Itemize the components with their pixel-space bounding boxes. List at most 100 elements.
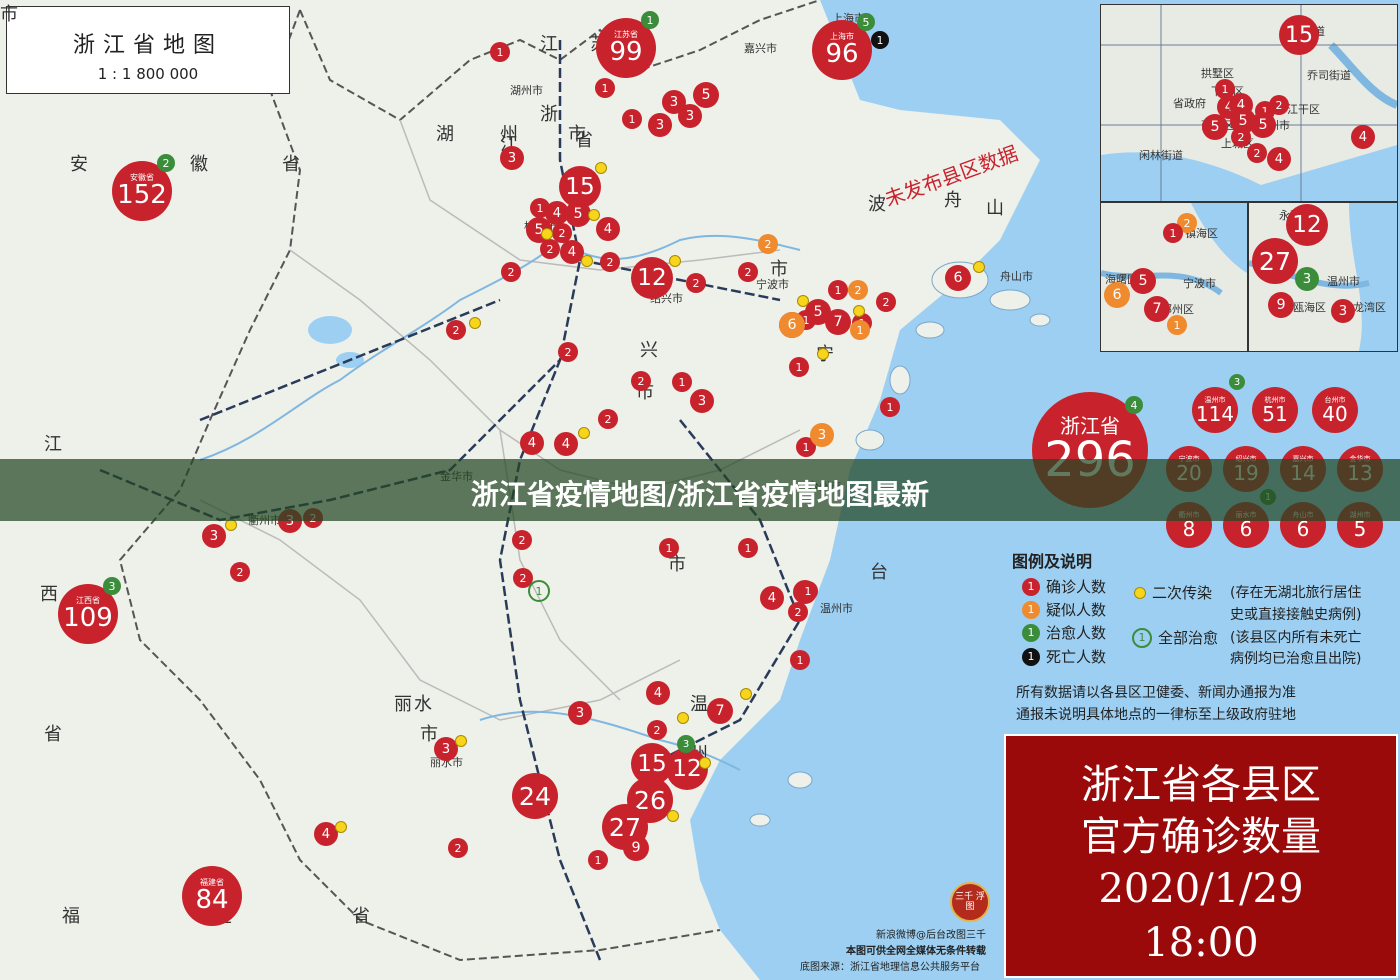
city-total-count: 51	[1262, 401, 1288, 426]
city-total-count: 6	[1239, 516, 1253, 541]
inset-case-bubble: 2	[1269, 95, 1289, 115]
inset-label: 瓯海区	[1293, 301, 1326, 314]
case-bubble: 4	[596, 217, 620, 241]
place-label: 市	[568, 124, 590, 145]
date-box-line1: 浙江省各县区	[1081, 762, 1321, 808]
neighbor-death-bubble: 1	[871, 31, 889, 49]
legend-recovered: 1 治愈人数	[1022, 622, 1106, 643]
neighbor-recovered-bubble: 3	[103, 577, 121, 595]
secondary-infection-icon	[1134, 586, 1146, 599]
case-bubble: 3	[568, 701, 592, 725]
place-label: 波	[868, 194, 890, 215]
legend-all-recovered-note1: (该县区内所有未死亡	[1230, 630, 1362, 646]
inset-label: 省政府	[1173, 97, 1206, 110]
legend: 图例及说明 1 确诊人数 1 疑似人数 1 治愈人数 1 死亡人数 二次传染 (…	[1008, 548, 1398, 728]
case-bubble: 4	[545, 201, 569, 225]
credit-line3: 底图来源：浙江省地理信息公共服务平台	[800, 962, 980, 973]
map-title-box: 浙江省地图 1 : 1 800 000	[6, 6, 290, 94]
credit-line1: 新浪微博@后台改图三千	[876, 930, 986, 941]
place-label: 台	[870, 562, 892, 583]
case-bubble: 2	[230, 562, 250, 582]
secondary-infection-marker	[669, 255, 681, 267]
inset-case-bubble: 5	[1202, 114, 1228, 140]
inset-label: 龙湾区	[1353, 301, 1386, 314]
case-bubble: 1	[798, 581, 818, 601]
secondary-infection-marker	[797, 295, 809, 307]
case-bubble: 9	[623, 835, 649, 861]
author-seal: 三千 浮图	[950, 882, 990, 922]
neighbor-count: 109	[63, 603, 113, 633]
legend-secondary: 二次传染	[1134, 582, 1212, 603]
page-banner: 浙江省疫情地图/浙江省疫情地图最新	[0, 459, 1400, 521]
case-bubble: 2	[501, 262, 521, 282]
case-bubble: 1	[789, 357, 809, 377]
inset-label: 乔司街道	[1307, 69, 1351, 82]
place-label: 福	[62, 906, 84, 927]
case-bubble: 2	[876, 292, 896, 312]
confirmed-icon: 1	[1022, 577, 1040, 596]
legend-secondary-note2: 史或直接接触史病例)	[1230, 607, 1362, 623]
secondary-infection-marker	[588, 209, 600, 221]
inset-case-bubble: 2	[1231, 127, 1251, 147]
case-bubble: 2	[647, 720, 667, 740]
case-bubble: 3	[678, 104, 702, 128]
case-bubble: 1	[672, 372, 692, 392]
case-bubble: 2	[558, 342, 578, 362]
case-bubble: 2	[686, 273, 706, 293]
case-bubble: 2	[631, 371, 651, 391]
inset-wenzhou: 永嘉县温州市瓯海区龙湾区1227393	[1248, 202, 1398, 352]
case-bubble: 5	[693, 82, 719, 108]
inset-case-bubble: 5	[1130, 268, 1156, 294]
recovered-icon: 1	[1022, 623, 1040, 642]
place-label: 浙	[540, 104, 562, 125]
case-bubble: 2	[738, 262, 758, 282]
inset-hangzhou: 拱墅区下城区西湖区江干区上城区杭州市省政府闲林街道乔司街道南苑街道1514415…	[1100, 4, 1398, 202]
inset-case-bubble: 5	[1250, 112, 1276, 138]
place-label: 舟山市	[1000, 270, 1033, 283]
place-label: 安	[70, 154, 92, 175]
suspected-bubble: 6	[779, 312, 805, 338]
neighbor-count: 96	[825, 39, 859, 69]
inset-case-bubble: 6	[1104, 282, 1130, 308]
city-total-count: 5	[1353, 516, 1367, 541]
place-label: 舟	[944, 190, 966, 211]
date-box-date: 2020/1/29	[1098, 866, 1304, 912]
case-bubble: 6	[945, 265, 971, 291]
legend-suspected: 1 疑似人数	[1022, 599, 1106, 620]
place-label: 丽	[394, 694, 416, 715]
city-recovered-bubble: 3	[1229, 374, 1245, 390]
case-bubble: 2	[540, 239, 560, 259]
secondary-infection-marker	[595, 162, 607, 174]
case-bubble: 4	[520, 431, 544, 455]
legend-death: 1 死亡人数	[1022, 646, 1106, 667]
inset-label: 宁波市	[1183, 277, 1216, 290]
inset-label: 拱墅区	[1201, 67, 1234, 80]
case-bubble: 3	[202, 524, 226, 548]
place-label: 湖州市	[510, 84, 543, 97]
place-label: 省	[44, 724, 66, 745]
inset-case-bubble: 3	[1331, 299, 1355, 323]
legend-all-recovered-label: 全部治愈	[1158, 629, 1219, 647]
place-label: 市	[770, 259, 792, 280]
suspected-icon: 1	[1022, 600, 1040, 619]
place-label: 西	[40, 584, 62, 605]
place-label: 市	[0, 4, 22, 25]
date-box: 浙江省各县区 官方确诊数量 2020/1/29 18:00	[1004, 734, 1398, 978]
case-bubble: 2	[598, 409, 618, 429]
secondary-infection-marker	[677, 712, 689, 724]
map-scale: 1 : 1 800 000	[97, 65, 199, 83]
city-total-bubble: 台州市 40	[1312, 387, 1358, 433]
case-bubble: 1	[738, 538, 758, 558]
case-bubble: 4	[760, 586, 784, 610]
neighbor-count: 84	[195, 885, 229, 915]
secondary-infection-marker	[581, 255, 593, 267]
legend-confirmed: 1 确诊人数	[1022, 576, 1106, 597]
secondary-infection-marker	[469, 317, 481, 329]
suspected-bubble: 1	[850, 320, 870, 340]
case-bubble: 1	[588, 850, 608, 870]
place-label: 江	[540, 34, 562, 55]
inset-label: 闲林街道	[1139, 149, 1183, 162]
all-recovered-icon: 1	[1132, 627, 1152, 648]
case-bubble: 3	[648, 113, 672, 137]
lakes	[308, 225, 548, 368]
